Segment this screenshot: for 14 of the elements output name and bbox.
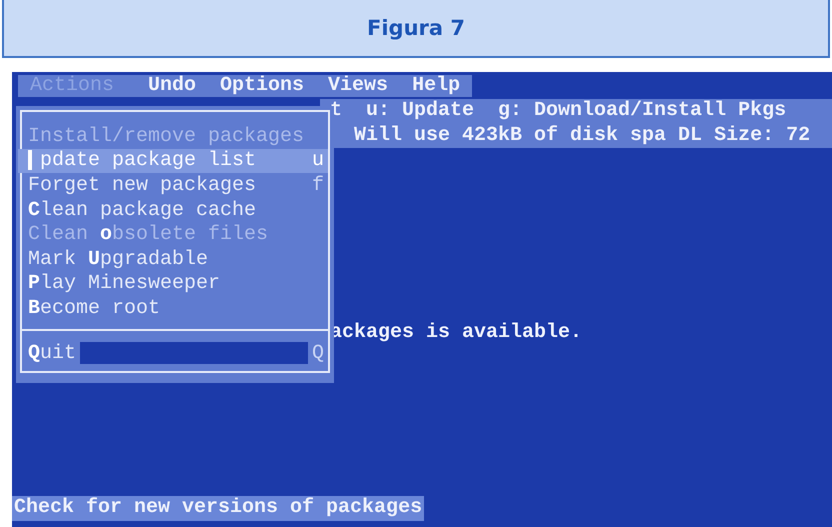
menu-item[interactable]: Clean package cache bbox=[22, 198, 328, 222]
menu-item[interactable]: Mark Upgradable bbox=[22, 246, 328, 272]
message-line: ackages is available. bbox=[330, 320, 582, 344]
figure-title: Figura 7 bbox=[367, 16, 465, 40]
menu-item[interactable]: Play Minesweeper bbox=[22, 272, 328, 296]
menu-item[interactable]: pdate package list u bbox=[18, 148, 328, 174]
menu-item[interactable]: Forget new packages f bbox=[22, 173, 328, 198]
menu-bar-item[interactable]: Views bbox=[316, 75, 400, 98]
info-line: Will use 423kB of disk spa DL Size: 72 bbox=[353, 124, 810, 147]
status-bar: Check for new versions of packages bbox=[12, 496, 424, 521]
menu-item[interactable]: Become root bbox=[22, 296, 328, 321]
menu-bar-item[interactable]: Help bbox=[400, 75, 472, 98]
menu-bar-item[interactable]: Undo bbox=[136, 75, 208, 98]
menu-bar-item[interactable]: Options bbox=[208, 75, 316, 98]
